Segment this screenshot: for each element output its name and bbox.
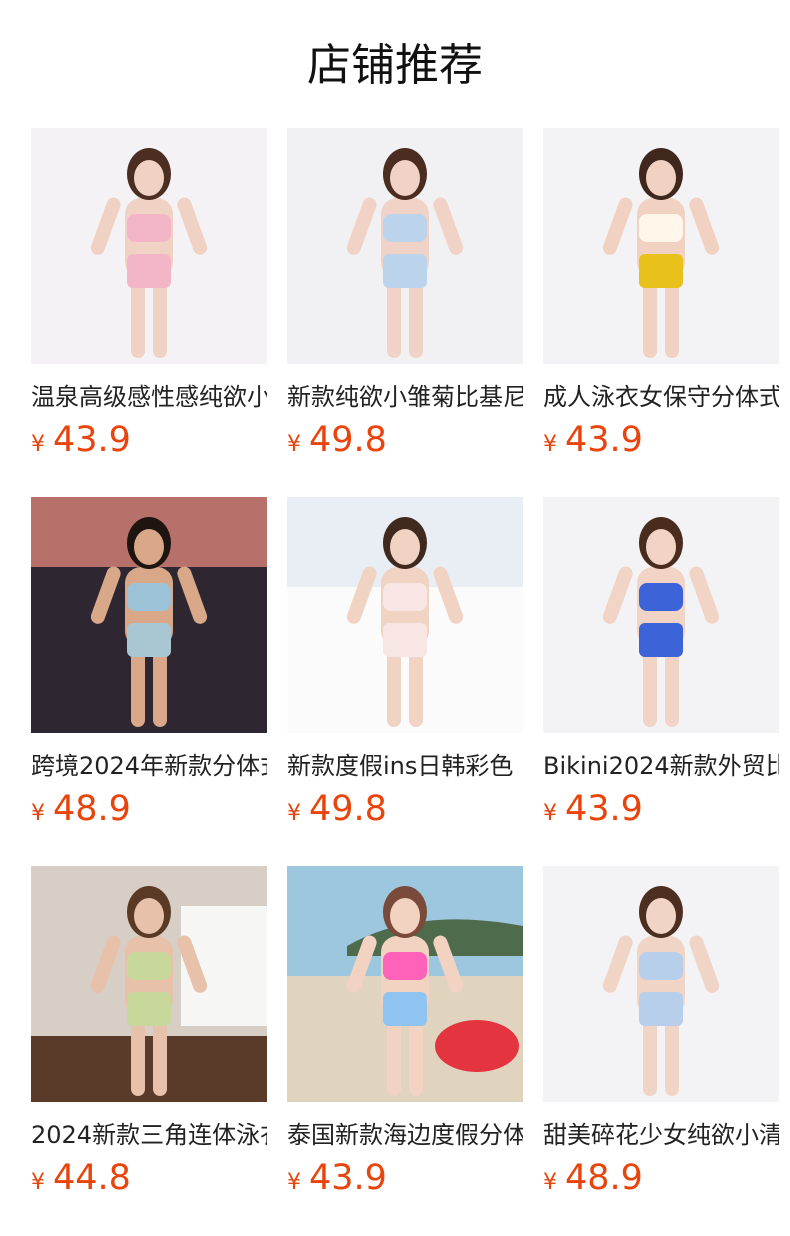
product-image[interactable] bbox=[543, 866, 779, 1102]
price-value: 43.9 bbox=[53, 420, 131, 460]
currency-symbol: ¥ bbox=[31, 432, 45, 457]
product-image[interactable] bbox=[31, 866, 267, 1102]
product-price: ¥43.9 bbox=[287, 1156, 523, 1200]
product-name[interactable]: 温泉高级感性感纯欲小 bbox=[31, 382, 267, 412]
currency-symbol: ¥ bbox=[31, 801, 45, 826]
product-photo bbox=[31, 497, 267, 733]
product-photo bbox=[543, 497, 779, 733]
product-name[interactable]: 泰国新款海边度假分体 bbox=[287, 1120, 523, 1150]
product-price: ¥48.9 bbox=[543, 1156, 779, 1200]
product-card[interactable]: 新款度假ins日韩彩色 ¥49.8 bbox=[287, 497, 523, 866]
product-card[interactable]: 新款纯欲小雏菊比基尼 ¥49.8 bbox=[287, 128, 523, 497]
price-value: 48.9 bbox=[53, 789, 131, 829]
price-value: 43.9 bbox=[309, 1158, 387, 1198]
product-price: ¥49.8 bbox=[287, 418, 523, 462]
product-card[interactable]: 甜美碎花少女纯欲小清 ¥48.9 bbox=[543, 866, 779, 1235]
product-image[interactable] bbox=[287, 128, 523, 364]
product-image[interactable] bbox=[543, 128, 779, 364]
currency-symbol: ¥ bbox=[287, 801, 301, 826]
product-price: ¥48.9 bbox=[31, 787, 267, 831]
product-name[interactable]: 2024新款三角连体泳衣 bbox=[31, 1120, 267, 1150]
price-value: 49.8 bbox=[309, 420, 387, 460]
product-image[interactable] bbox=[287, 866, 523, 1102]
price-value: 43.9 bbox=[565, 420, 643, 460]
product-name[interactable]: Bikini2024新款外贸比 bbox=[543, 751, 779, 781]
price-value: 48.9 bbox=[565, 1158, 643, 1198]
currency-symbol: ¥ bbox=[543, 801, 557, 826]
product-price: ¥44.8 bbox=[31, 1156, 267, 1200]
currency-symbol: ¥ bbox=[31, 1170, 45, 1195]
product-name[interactable]: 跨境2024年新款分体式 bbox=[31, 751, 267, 781]
price-value: 49.8 bbox=[309, 789, 387, 829]
product-card[interactable]: 泰国新款海边度假分体 ¥43.9 bbox=[287, 866, 523, 1235]
product-price: ¥43.9 bbox=[543, 787, 779, 831]
price-value: 43.9 bbox=[565, 789, 643, 829]
product-name[interactable]: 甜美碎花少女纯欲小清 bbox=[543, 1120, 779, 1150]
product-price: ¥49.8 bbox=[287, 787, 523, 831]
product-name[interactable]: 新款度假ins日韩彩色 bbox=[287, 751, 523, 781]
currency-symbol: ¥ bbox=[543, 432, 557, 457]
currency-symbol: ¥ bbox=[543, 1170, 557, 1195]
product-image[interactable] bbox=[31, 128, 267, 364]
product-photo bbox=[287, 128, 523, 364]
product-card[interactable]: 成人泳衣女保守分体式 ¥43.9 bbox=[543, 128, 779, 497]
product-image[interactable] bbox=[31, 497, 267, 733]
currency-symbol: ¥ bbox=[287, 1170, 301, 1195]
section-title: 店铺推荐 bbox=[307, 40, 483, 91]
currency-symbol: ¥ bbox=[287, 432, 301, 457]
product-photo bbox=[31, 866, 267, 1102]
product-photo bbox=[31, 128, 267, 364]
product-name[interactable]: 新款纯欲小雏菊比基尼 bbox=[287, 382, 523, 412]
product-image[interactable] bbox=[543, 497, 779, 733]
product-price: ¥43.9 bbox=[31, 418, 267, 462]
product-photo bbox=[543, 866, 779, 1102]
product-card[interactable]: 2024新款三角连体泳衣 ¥44.8 bbox=[31, 866, 267, 1235]
product-photo bbox=[287, 497, 523, 733]
product-photo bbox=[543, 128, 779, 364]
price-value: 44.8 bbox=[53, 1158, 131, 1198]
product-card[interactable]: 跨境2024年新款分体式 ¥48.9 bbox=[31, 497, 267, 866]
product-grid: 温泉高级感性感纯欲小 ¥43.9 新款纯欲小雏菊比基尼 ¥49.8 成人泳衣女保守分体式… bbox=[31, 128, 790, 1235]
product-image[interactable] bbox=[287, 497, 523, 733]
product-price: ¥43.9 bbox=[543, 418, 779, 462]
product-card[interactable]: 温泉高级感性感纯欲小 ¥43.9 bbox=[31, 128, 267, 497]
product-card[interactable]: Bikini2024新款外贸比 ¥43.9 bbox=[543, 497, 779, 866]
product-photo bbox=[287, 866, 523, 1102]
product-name[interactable]: 成人泳衣女保守分体式 bbox=[543, 382, 779, 412]
